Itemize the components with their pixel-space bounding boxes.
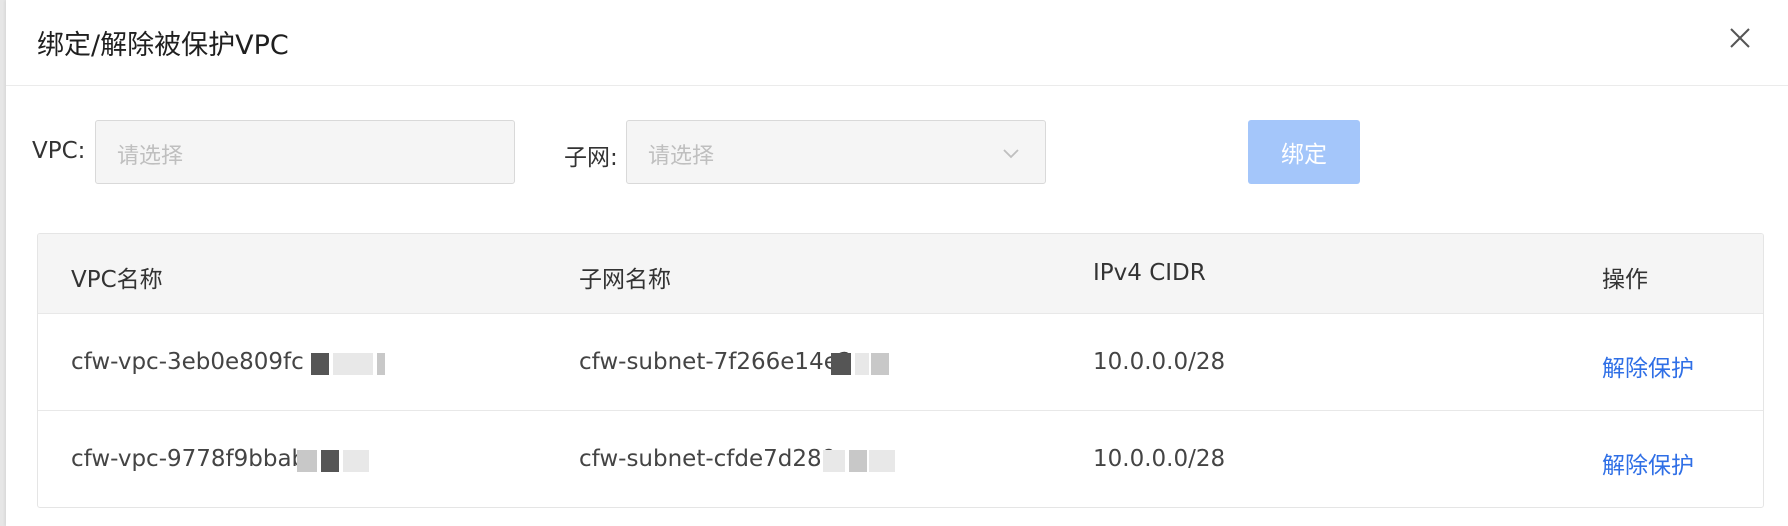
subnet-select-placeholder: 请选择	[648, 144, 715, 169]
redaction-mark	[855, 353, 869, 375]
bind-vpc-dialog: 绑定/解除被保护VPC VPC: 请选择 子网: 请选择 绑定 VPC名称 子网…	[6, 0, 1788, 526]
column-header-vpc-name: VPC名称	[71, 267, 163, 293]
redaction-mark	[321, 450, 339, 472]
redaction-mark	[831, 353, 851, 375]
column-header-subnet-name: 子网名称	[579, 267, 671, 293]
dialog-title: 绑定/解除被保护VPC	[37, 30, 289, 61]
redaction-mark	[869, 450, 895, 472]
bind-button[interactable]: 绑定	[1248, 120, 1360, 184]
vpc-select[interactable]: 请选择	[95, 120, 515, 184]
subnet-name-cell: cfw-subnet-7f266e14e2	[579, 349, 919, 379]
subnet-name: cfw-subnet-cfde7d289	[579, 446, 837, 472]
vpc-name-cell: cfw-vpc-3eb0e809fc	[71, 349, 411, 379]
redaction-mark	[343, 450, 369, 472]
redaction-mark	[823, 450, 845, 472]
vpc-table: VPC名称 子网名称 IPv4 CIDR 操作 cfw-vpc-3eb0e809…	[37, 233, 1764, 508]
vpc-name-cell: cfw-vpc-9778f9bbab	[71, 446, 411, 476]
column-header-cidr: IPv4 CIDR	[1093, 260, 1206, 286]
cidr-value: 10.0.0.0/28	[1093, 349, 1226, 375]
table-header: VPC名称 子网名称 IPv4 CIDR 操作	[38, 234, 1763, 314]
vpc-select-placeholder: 请选择	[117, 144, 184, 169]
close-icon	[1730, 28, 1750, 48]
table-row: cfw-vpc-3eb0e809fc cfw-subnet-7f266e14e2…	[38, 314, 1763, 411]
vpc-label: VPC:	[32, 138, 86, 164]
redaction-mark	[311, 353, 329, 375]
chevron-down-icon	[1003, 149, 1019, 159]
subnet-select[interactable]: 请选择	[626, 120, 1046, 184]
bind-form: VPC: 请选择 子网: 请选择 绑定	[6, 120, 1788, 184]
vpc-name: cfw-vpc-9778f9bbab	[71, 446, 307, 472]
vpc-name: cfw-vpc-3eb0e809fc	[71, 349, 304, 375]
redaction-mark	[377, 353, 385, 375]
redaction-mark	[297, 450, 317, 472]
dialog-header: 绑定/解除被保护VPC	[6, 0, 1788, 86]
subnet-name: cfw-subnet-7f266e14e2	[579, 349, 853, 375]
table-row: cfw-vpc-9778f9bbab cfw-subnet-cfde7d289 …	[38, 411, 1763, 507]
column-header-action: 操作	[1602, 267, 1648, 293]
redaction-mark	[871, 353, 889, 375]
subnet-label: 子网:	[564, 145, 618, 171]
redaction-mark	[849, 450, 867, 472]
subnet-name-cell: cfw-subnet-cfde7d289	[579, 446, 919, 476]
cidr-value: 10.0.0.0/28	[1093, 446, 1226, 472]
unprotect-link[interactable]: 解除保护	[1602, 446, 1694, 480]
redaction-mark	[333, 353, 373, 375]
unprotect-link[interactable]: 解除保护	[1602, 349, 1694, 383]
close-button[interactable]	[1722, 20, 1758, 56]
